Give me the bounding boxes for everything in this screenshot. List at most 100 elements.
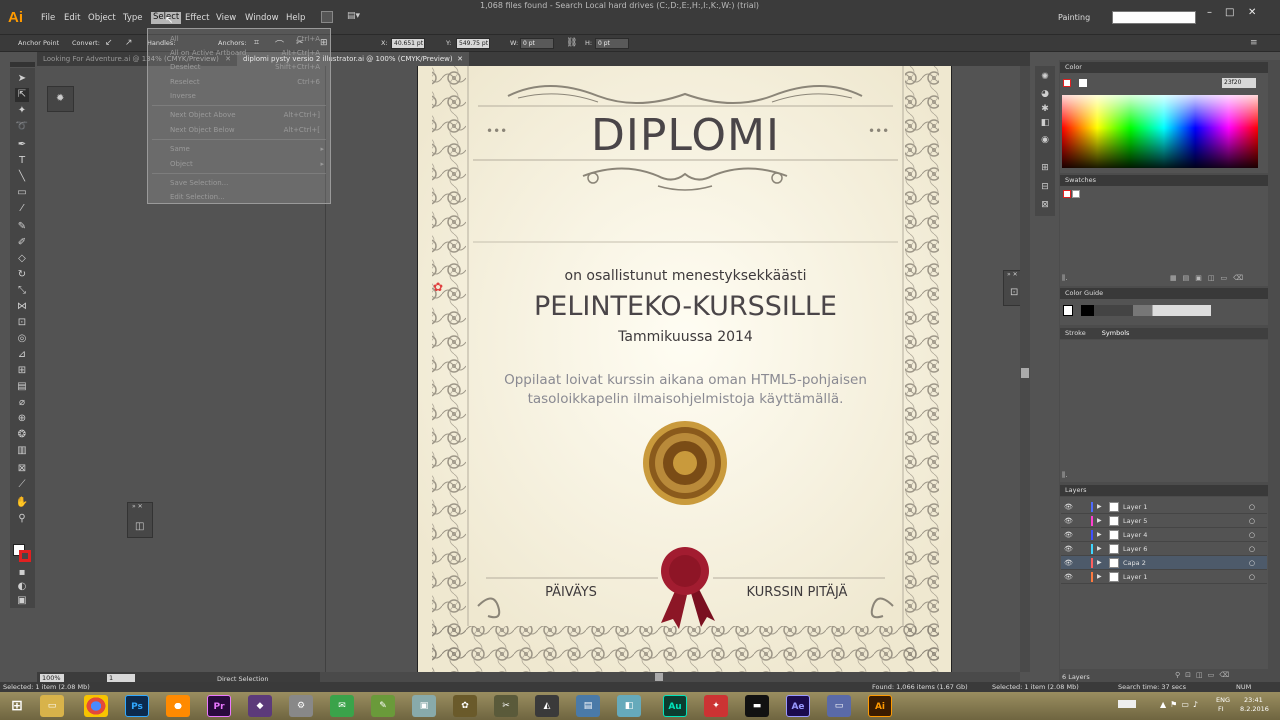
- direct-selection-tool-icon[interactable]: ⇱: [15, 88, 29, 102]
- artboard-tool-icon[interactable]: ⊠: [15, 462, 29, 476]
- file-explorer-icon[interactable]: ▭: [40, 695, 64, 717]
- layer-row[interactable]: 👁 ▶ Layer 1 ○: [1061, 570, 1267, 584]
- expand-arrow-icon[interactable]: ▶: [1097, 570, 1102, 584]
- menu-item-all[interactable]: All: [170, 35, 179, 43]
- layer-row[interactable]: 👁 ▶ Layer 6 ○: [1061, 542, 1267, 556]
- zoom-tool-icon[interactable]: ⚲: [15, 512, 29, 526]
- swatches-panel-header[interactable]: Swatches: [1060, 175, 1268, 186]
- visibility-eye-icon[interactable]: 👁: [1064, 500, 1073, 514]
- game-app-icon[interactable]: ✿: [453, 695, 477, 717]
- media-app-icon[interactable]: ✦: [704, 695, 728, 717]
- app-pr-icon[interactable]: Pr: [207, 695, 231, 717]
- menu-effect[interactable]: Effect: [185, 13, 209, 23]
- menu-item-all-on-active-artboard[interactable]: All on Active Artboard: [170, 49, 246, 57]
- collapse-icon[interactable]: » ✕: [132, 503, 143, 510]
- registration-swatch[interactable]: [1072, 190, 1080, 198]
- gradient-icon[interactable]: ◉: [1039, 135, 1051, 145]
- symbol-library-icon[interactable]: ⫼.: [1062, 471, 1067, 480]
- menu-window[interactable]: Window: [245, 13, 279, 23]
- layer-name[interactable]: Layer 1: [1123, 500, 1147, 514]
- align-icon[interactable]: ⊞: [1039, 163, 1051, 173]
- brushes-icon[interactable]: ✱: [1039, 104, 1051, 114]
- expand-arrow-icon[interactable]: ▶: [1097, 528, 1102, 542]
- layer-row[interactable]: 👁 ▶ Layer 4 ○: [1061, 528, 1267, 542]
- panel-menu-icon[interactable]: ≡: [1250, 38, 1258, 48]
- x-field[interactable]: 40.651 pt: [391, 38, 425, 49]
- visual-studio-icon[interactable]: ◆: [248, 695, 272, 717]
- layer-row[interactable]: 👁 ▶ Layer 1 ○: [1061, 500, 1267, 514]
- bridge-icon[interactable]: [321, 11, 333, 23]
- horizontal-scroll-thumb[interactable]: [655, 673, 663, 681]
- hand-tool-icon[interactable]: ✋: [15, 496, 29, 510]
- menu-item-deselect[interactable]: Deselect: [170, 63, 201, 71]
- visibility-eye-icon[interactable]: 👁: [1064, 514, 1073, 528]
- panel-icon[interactable]: ◫: [135, 521, 144, 532]
- none-swatch[interactable]: [1063, 190, 1071, 198]
- blend-tool-icon[interactable]: ⊕: [15, 412, 29, 426]
- menu-file[interactable]: File: [41, 13, 55, 23]
- h-field[interactable]: 0 pt: [595, 38, 629, 49]
- transparency-icon[interactable]: ◧: [1039, 118, 1051, 128]
- tab-stroke[interactable]: Stroke: [1065, 329, 1086, 337]
- layer-row[interactable]: 👁 ▶ Layer 5 ○: [1061, 514, 1267, 528]
- mesh-tool-icon[interactable]: ⊞: [15, 364, 29, 378]
- clock-date[interactable]: 8.2.2016: [1240, 705, 1269, 713]
- menu-type[interactable]: Type: [123, 13, 143, 23]
- layer-target-icon[interactable]: ○: [1249, 528, 1255, 542]
- tray-icons[interactable]: ▲⚑▭♪: [1160, 700, 1202, 709]
- notes-app-icon[interactable]: ◧: [617, 695, 641, 717]
- expand-arrow-icon[interactable]: ▶: [1097, 514, 1102, 528]
- menu-view[interactable]: View: [216, 13, 236, 23]
- menu-item-object[interactable]: Object: [170, 160, 193, 168]
- convert-corner-icon[interactable]: ↙: [105, 38, 113, 48]
- layer-target-icon[interactable]: ○: [1249, 514, 1255, 528]
- menu-edit[interactable]: Edit: [64, 13, 80, 23]
- appearance-icon[interactable]: ✺: [1039, 72, 1051, 82]
- pen-tool-icon[interactable]: ✒: [15, 138, 29, 152]
- line-tool-icon[interactable]: ╲: [15, 170, 29, 184]
- workspace-switcher[interactable]: Painting: [1058, 13, 1090, 22]
- visibility-eye-icon[interactable]: 👁: [1064, 570, 1073, 584]
- eraser-tool-icon[interactable]: ◇: [15, 252, 29, 266]
- inkscape-icon[interactable]: ◭: [535, 695, 559, 717]
- pencil-tool-icon[interactable]: ✎: [15, 220, 29, 234]
- link-proportions-icon[interactable]: ⛓: [566, 38, 577, 48]
- column-graph-tool-icon[interactable]: ▥: [15, 444, 29, 458]
- color-fill-swatch[interactable]: [1063, 79, 1071, 87]
- color-guide-strip[interactable]: [1081, 305, 1211, 316]
- menu-item-edit-selection[interactable]: Edit Selection...: [170, 193, 225, 201]
- image-viewer-icon[interactable]: ▣: [412, 695, 436, 717]
- chat-app-icon[interactable]: ✉: [330, 695, 354, 717]
- disk-app-icon[interactable]: ▭: [827, 695, 851, 717]
- color-guide-panel-header[interactable]: Color Guide: [1060, 288, 1268, 299]
- gradient-tool-icon[interactable]: ▤: [15, 380, 29, 394]
- layer-name[interactable]: Layer 5: [1123, 514, 1147, 528]
- close-button[interactable]: ✕: [1248, 7, 1256, 18]
- chrome-icon[interactable]: [84, 695, 108, 717]
- blob-brush-tool-icon[interactable]: ✐: [15, 236, 29, 250]
- slice-tool-icon[interactable]: ⟋: [15, 478, 29, 492]
- swatch-actions-icon[interactable]: ▦▤▣◫▭⌫: [1170, 274, 1249, 282]
- width-tool-icon[interactable]: ⋈: [15, 300, 29, 314]
- layers-panel-header[interactable]: Layers: [1060, 485, 1268, 496]
- lasso-tool-icon[interactable]: ➰: [15, 120, 29, 134]
- visibility-eye-icon[interactable]: 👁: [1064, 556, 1073, 570]
- transform-icon[interactable]: ⊟: [1039, 182, 1051, 192]
- color-panel-header[interactable]: Color: [1060, 62, 1268, 73]
- horizontal-scrollbar[interactable]: [318, 672, 1020, 682]
- color-hex-field[interactable]: 23f20: [1222, 78, 1256, 88]
- arrange-documents-icon[interactable]: ▤▾: [347, 11, 367, 23]
- graphic-styles-icon[interactable]: ◕: [1039, 89, 1051, 99]
- menu-item-same[interactable]: Same: [170, 145, 190, 153]
- w-field[interactable]: 0 pt: [520, 38, 554, 49]
- shape-builder-tool-icon[interactable]: ◎: [15, 332, 29, 346]
- color-mode-icon[interactable]: ▪: [15, 566, 29, 580]
- terminal-app-icon[interactable]: ▬: [745, 695, 769, 717]
- layer-name[interactable]: Capa 2: [1123, 556, 1146, 570]
- free-transform-tool-icon[interactable]: ⊡: [15, 316, 29, 330]
- firefox-icon[interactable]: [166, 695, 190, 717]
- layer-target-icon[interactable]: ○: [1249, 570, 1255, 584]
- collapse-icon[interactable]: » ✕: [1007, 271, 1018, 278]
- paintbrush-tool-icon[interactable]: ⁄: [15, 202, 29, 216]
- magic-wand-tool-icon[interactable]: ✦: [15, 104, 29, 118]
